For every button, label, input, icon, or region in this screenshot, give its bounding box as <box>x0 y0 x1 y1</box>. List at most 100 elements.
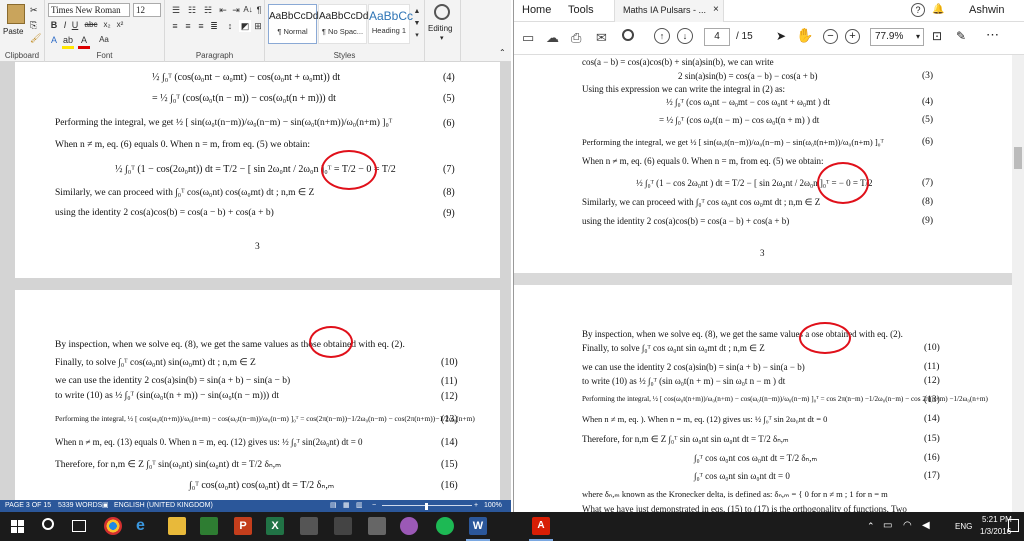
clock-date[interactable]: 1/3/2016 <box>980 527 1011 536</box>
pdf-tab-document[interactable]: Maths IA Pulsars - ... × <box>614 0 724 22</box>
search-icon[interactable] <box>622 29 634 41</box>
pdf-user-name[interactable]: Ashwin <box>969 4 1004 16</box>
shading-icon[interactable]: ◩ <box>239 20 251 32</box>
task-view-icon[interactable] <box>72 520 86 532</box>
search-icon[interactable] <box>42 518 54 530</box>
read-mode-icon[interactable]: ▤ <box>330 500 337 512</box>
language-indicator[interactable]: ENG <box>955 522 972 531</box>
zoom-in-icon[interactable]: + <box>474 500 478 512</box>
app-icon[interactable] <box>400 517 418 535</box>
styles-more-icon[interactable]: ▾ <box>412 30 422 42</box>
format-painter-icon[interactable]: 🖌 <box>30 33 41 44</box>
underline-button[interactable]: U <box>70 19 80 31</box>
pdf-scrollbar[interactable] <box>1012 55 1024 512</box>
justify-icon[interactable]: ≣ <box>208 20 220 32</box>
line-spacing-icon[interactable]: ↕ <box>223 20 237 32</box>
superscript-button[interactable]: x² <box>114 19 126 31</box>
spotify-icon[interactable] <box>436 517 454 535</box>
change-case-icon[interactable]: Aa <box>95 34 113 46</box>
paste-icon[interactable] <box>7 4 25 24</box>
zoom-select[interactable]: 77.9% ▾ <box>870 28 924 46</box>
editing-dropdown-icon[interactable]: ▾ <box>440 34 444 42</box>
start-icon[interactable] <box>11 520 24 533</box>
email-icon[interactable]: ✉ <box>596 30 607 46</box>
print-icon[interactable]: ⎙ <box>571 30 581 46</box>
create-pdf-icon[interactable]: ▭ <box>522 30 534 46</box>
excel-icon[interactable]: X <box>266 517 284 535</box>
style-heading-1[interactable]: AaBbCc Heading 1 <box>368 4 413 44</box>
status-words[interactable]: 5339 WORDS <box>58 500 102 512</box>
styles-scroll-up-icon[interactable]: ▲ <box>412 6 422 18</box>
bullets-icon[interactable]: ☰ <box>169 4 183 16</box>
increase-indent-icon[interactable]: ⇥ <box>230 4 242 16</box>
paste-button[interactable]: Paste <box>3 27 23 36</box>
zoom-out-icon[interactable]: − <box>823 29 838 44</box>
font-color-icon[interactable]: A <box>78 34 90 49</box>
close-icon[interactable]: × <box>713 4 719 15</box>
decrease-indent-icon[interactable]: ⇤ <box>217 4 229 16</box>
zoom-slider-thumb[interactable] <box>425 503 428 510</box>
acrobat-icon[interactable]: A <box>532 517 550 535</box>
zoom-out-icon[interactable]: − <box>372 500 376 512</box>
pdf-tab-tools[interactable]: Tools <box>568 4 594 16</box>
more-options-icon[interactable]: ⋯ <box>986 27 999 43</box>
collapse-ribbon-icon[interactable]: ⌃ <box>499 48 506 57</box>
highlight-icon[interactable]: ab <box>62 34 74 49</box>
strikethrough-button[interactable]: abc <box>83 19 99 31</box>
fit-page-icon[interactable]: ⊡ <box>932 29 942 43</box>
chrome-icon[interactable] <box>104 517 122 535</box>
bell-icon[interactable]: 🔔 <box>932 4 944 15</box>
editing-button[interactable]: Editing <box>428 24 452 33</box>
show-marks-icon[interactable]: ¶ <box>254 4 264 16</box>
align-center-icon[interactable]: ≡ <box>182 20 194 32</box>
sort-icon[interactable]: A↓ <box>243 4 253 16</box>
tray-up-icon[interactable]: ⌃ <box>867 521 875 532</box>
borders-icon[interactable]: ⊞ <box>252 20 264 32</box>
find-icon[interactable] <box>434 4 450 20</box>
multilevel-list-icon[interactable]: ☵ <box>201 4 215 16</box>
pdf-tab-home[interactable]: Home <box>522 4 551 16</box>
subscript-button[interactable]: x₂ <box>101 19 113 31</box>
font-name-combo[interactable]: Times New Roman <box>48 3 130 17</box>
bold-button[interactable]: B <box>48 19 60 31</box>
pdf-scrollbar-thumb[interactable] <box>1014 147 1022 169</box>
status-page[interactable]: PAGE 3 OF 15 <box>5 500 51 512</box>
font-size-combo[interactable]: 12 <box>133 3 161 17</box>
media-icon[interactable] <box>334 517 352 535</box>
align-right-icon[interactable]: ≡ <box>195 20 207 32</box>
hand-tool-icon[interactable]: ✋ <box>796 27 813 44</box>
select-cursor-icon[interactable]: ➤ <box>776 29 786 43</box>
status-language[interactable]: ENGLISH (UNITED KINGDOM) <box>114 500 213 512</box>
edge-icon[interactable]: e <box>136 517 154 535</box>
numbering-icon[interactable]: ☷ <box>185 4 199 16</box>
page-number-input[interactable]: 4 <box>704 28 730 46</box>
spreadsheet-icon[interactable] <box>200 517 218 535</box>
copy-icon[interactable]: ⎘ <box>30 20 37 31</box>
zoom-in-icon[interactable]: + <box>845 29 860 44</box>
proofing-icon[interactable]: ▣ <box>102 500 109 512</box>
web-layout-icon[interactable]: ▥ <box>356 500 363 512</box>
style-no-spacing[interactable]: AaBbCcDd ¶ No Spac... <box>318 4 368 44</box>
print-layout-icon[interactable]: ▦ <box>343 500 350 512</box>
status-zoom[interactable]: 100% <box>484 500 502 512</box>
help-icon[interactable]: ? <box>911 3 925 17</box>
upload-icon[interactable]: ☁ <box>546 30 559 46</box>
next-page-icon[interactable]: ↓ <box>677 28 693 44</box>
wifi-icon[interactable]: ◠ <box>903 520 912 531</box>
text-effects-icon[interactable]: A <box>48 34 60 46</box>
gamepad-icon[interactable] <box>300 517 318 535</box>
style-normal[interactable]: AaBbCcDd ¶ Normal <box>268 4 318 44</box>
align-left-icon[interactable]: ≡ <box>169 20 181 32</box>
previous-page-icon[interactable]: ↑ <box>654 28 670 44</box>
italic-button[interactable]: I <box>60 19 70 31</box>
battery-icon[interactable]: ▭ <box>883 520 892 531</box>
file-explorer-icon[interactable] <box>168 517 186 535</box>
styles-scroll-down-icon[interactable]: ▼ <box>412 18 422 30</box>
highlight-tool-icon[interactable]: ✎ <box>956 29 966 43</box>
cut-icon[interactable]: ✂ <box>30 5 38 16</box>
powerpoint-icon[interactable]: P <box>234 517 252 535</box>
word-icon[interactable]: W <box>469 517 487 535</box>
volume-icon[interactable]: ◀ <box>922 520 930 531</box>
action-center-icon[interactable] <box>1008 519 1019 532</box>
calculator-icon[interactable] <box>368 517 386 535</box>
